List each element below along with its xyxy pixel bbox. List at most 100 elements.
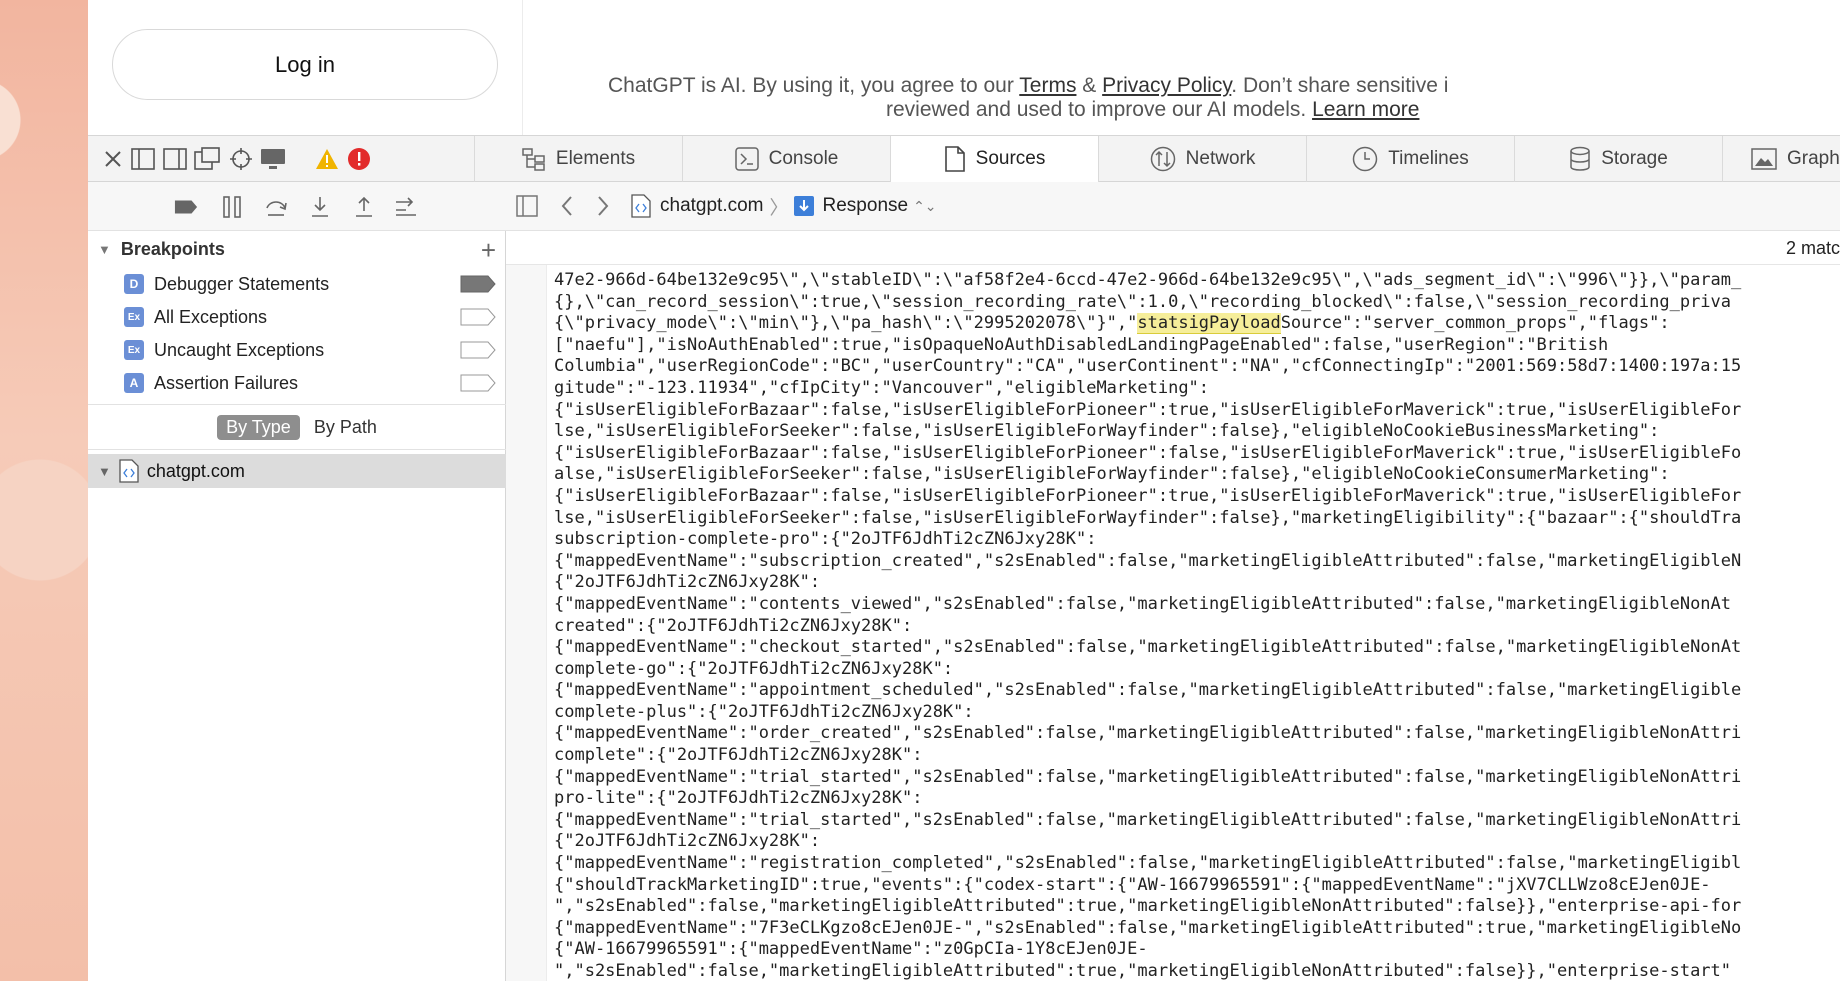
error-icon[interactable] — [346, 146, 372, 172]
disclaimer-text: ChatGPT is AI. By using it, you agree to… — [608, 74, 1840, 122]
code-line: {"mappedEventName":"trial_started","s2sE… — [554, 766, 1742, 787]
source-domain-label: chatgpt.com — [146, 460, 245, 481]
breadcrumb-resource[interactable]: Response — [823, 195, 909, 217]
code-line: ","s2sEnabled":false,"marketingEligibleA… — [554, 961, 1732, 981]
code-line: {"mappedEventName":"order_created","s2sE… — [554, 723, 1742, 744]
breadcrumb-separator-icon: 〉 — [769, 197, 789, 219]
breakpoint-type-badge: D — [124, 274, 144, 294]
tab-label: Sources — [975, 148, 1046, 169]
code-line: pro-lite":{"2oJTF6JdhTi2cZN6Jxy28K": — [554, 788, 923, 809]
code-line: {"shouldTrackMarketingID":true,"events":… — [554, 874, 1711, 895]
disclaimer-part: ChatGPT is AI. By using it, you agree to… — [608, 74, 1020, 97]
tab-graphics[interactable]: Graph — [1722, 136, 1840, 182]
breakpoint-disabled-icon[interactable] — [460, 374, 496, 392]
response-code-view[interactable]: 47e2-966d-64be132e9c95\",\"stableID\":\"… — [554, 270, 1840, 981]
sources-sidebar: ▼ Breakpoints + D Debugger Statements Ex… — [88, 182, 506, 981]
step-icon[interactable] — [394, 195, 418, 219]
chevron-updown-icon[interactable]: ⌃⌄ — [913, 198, 936, 215]
add-breakpoint-icon[interactable]: + — [481, 235, 496, 266]
breakpoint-label: Assertion Failures — [154, 372, 299, 393]
search-highlight: statsigPayload — [1137, 313, 1281, 335]
code-line: {"isUserEligibleForBazaar":false,"isUser… — [554, 485, 1742, 506]
code-line: {"mappedEventName":"contents_viewed","s2… — [554, 593, 1732, 614]
breakpoints-section-header[interactable]: ▼ Breakpoints + — [88, 231, 506, 267]
warning-icon[interactable] — [314, 146, 340, 172]
code-line: 47e2-966d-64be132e9c95\",\"stableID\":\"… — [554, 270, 1742, 290]
detach-window-icon[interactable] — [194, 146, 220, 172]
source-tree-item[interactable]: ▼ chatgpt.com — [88, 454, 506, 488]
code-line: {"2oJTF6JdhTi2cZN6Jxy28K": — [554, 572, 821, 593]
tab-label: Console — [768, 148, 839, 169]
response-download-icon — [791, 193, 817, 219]
step-out-icon[interactable] — [352, 195, 376, 219]
terms-link[interactable]: Terms — [1019, 74, 1076, 97]
step-over-icon[interactable] — [264, 195, 288, 219]
collapse-triangle-icon[interactable]: ▼ — [98, 242, 111, 257]
breakpoint-uncaught-exceptions[interactable]: Ex Uncaught Exceptions — [124, 334, 506, 366]
breakpoint-label: Uncaught Exceptions — [154, 339, 325, 360]
code-line: lse,"isUserEligibleForSeeker":false,"isU… — [554, 507, 1742, 528]
debugger-toolbar — [88, 182, 506, 231]
pause-icon[interactable] — [220, 195, 244, 219]
device-icon[interactable] — [260, 146, 286, 172]
breakpoint-disabled-icon[interactable] — [460, 341, 496, 359]
breakpoint-assertion-failures[interactable]: A Assertion Failures — [124, 367, 506, 399]
search-match-bar: 2 matc — [506, 231, 1840, 265]
by-type-button[interactable]: By Type — [217, 414, 300, 440]
code-line: {"mappedEventName":"subscription_created… — [554, 550, 1742, 571]
breakpoint-disabled-icon[interactable] — [460, 308, 496, 326]
breakpoints-title: Breakpoints — [120, 238, 225, 259]
line-number-gutter[interactable] — [506, 265, 547, 981]
code-line: {"isUserEligibleForBazaar":false,"isUser… — [554, 442, 1742, 463]
code-line: complete":{"2oJTF6JdhTi2cZN6Jxy28K": — [554, 745, 923, 766]
breakpoint-toggle-icon[interactable] — [174, 195, 198, 219]
tab-label: Network — [1185, 148, 1256, 169]
close-icon[interactable] — [100, 146, 126, 172]
desktop-wallpaper — [0, 0, 88, 981]
code-line: {"AW-16679965591":{"mappedEventName":"z0… — [554, 939, 1148, 960]
tab-storage[interactable]: Storage — [1514, 136, 1722, 182]
learn-more-link[interactable]: Learn more — [1312, 98, 1419, 121]
breakpoint-all-exceptions[interactable]: Ex All Exceptions — [124, 301, 506, 333]
breakpoint-enabled-icon[interactable] — [460, 275, 496, 293]
breadcrumb-domain[interactable]: chatgpt.com — [660, 195, 764, 217]
tab-sources[interactable]: Sources — [890, 136, 1098, 182]
back-arrow-icon[interactable] — [554, 193, 580, 219]
browser-window: Log in ChatGPT is AI. By using it, you a… — [88, 0, 1840, 981]
toggle-sidebar-icon[interactable] — [514, 193, 540, 219]
sources-icon — [944, 146, 965, 172]
code-line: Columbia","userRegionCode":"BC","userCou… — [554, 356, 1742, 377]
tab-console[interactable]: Console — [682, 136, 890, 182]
timelines-icon — [1352, 146, 1378, 172]
disclaimer-part: . Don’t share sensitive i — [1231, 74, 1449, 97]
tab-elements[interactable]: Elements — [474, 136, 682, 182]
document-icon — [119, 459, 139, 483]
code-line: complete-plus":{"2oJTF6JdhTi2cZN6Jxy28K"… — [554, 701, 974, 722]
breakpoint-type-badge: A — [124, 373, 144, 393]
disclaimer-line-2: reviewed and used to improve our AI mode… — [886, 98, 1313, 121]
forward-arrow-icon[interactable] — [590, 193, 616, 219]
by-path-button[interactable]: By Path — [314, 417, 377, 438]
login-button[interactable]: Log in — [112, 29, 498, 100]
breakpoint-type-badge: Ex — [124, 307, 144, 327]
code-line: lse,"isUserEligibleForSeeker":false,"isU… — [554, 421, 1660, 442]
document-icon — [628, 193, 654, 219]
element-picker-icon[interactable] — [228, 146, 254, 172]
tab-timelines[interactable]: Timelines — [1306, 136, 1514, 182]
page-divider — [522, 0, 523, 135]
code-line: ","s2sEnabled":false,"marketingEligibleA… — [554, 896, 1742, 917]
collapse-triangle-icon[interactable]: ▼ — [98, 464, 111, 479]
devtools-tab-bar: Elements Console Sources Network Timelin… — [88, 135, 1840, 182]
step-into-icon[interactable] — [308, 195, 332, 219]
code-line: {"mappedEventName":"registration_complet… — [554, 853, 1742, 874]
code-line: complete-go":{"2oJTF6JdhTi2cZN6Jxy28K": — [554, 658, 954, 679]
code-line: created":{"2oJTF6JdhTi2cZN6Jxy28K": — [554, 615, 913, 636]
code-line: {"mappedEventName":"trial_started","s2sE… — [554, 809, 1742, 830]
dock-left-icon[interactable] — [130, 146, 156, 172]
tab-network[interactable]: Network — [1098, 136, 1306, 182]
dock-right-icon[interactable] — [162, 146, 188, 172]
match-count: 2 matc — [1785, 238, 1840, 258]
code-line: {"mappedEventName":"7F3eCLKgzo8cEJen0JE-… — [554, 917, 1742, 938]
breakpoint-debugger-statements[interactable]: D Debugger Statements — [124, 268, 506, 300]
privacy-policy-link[interactable]: Privacy Policy — [1102, 74, 1231, 97]
